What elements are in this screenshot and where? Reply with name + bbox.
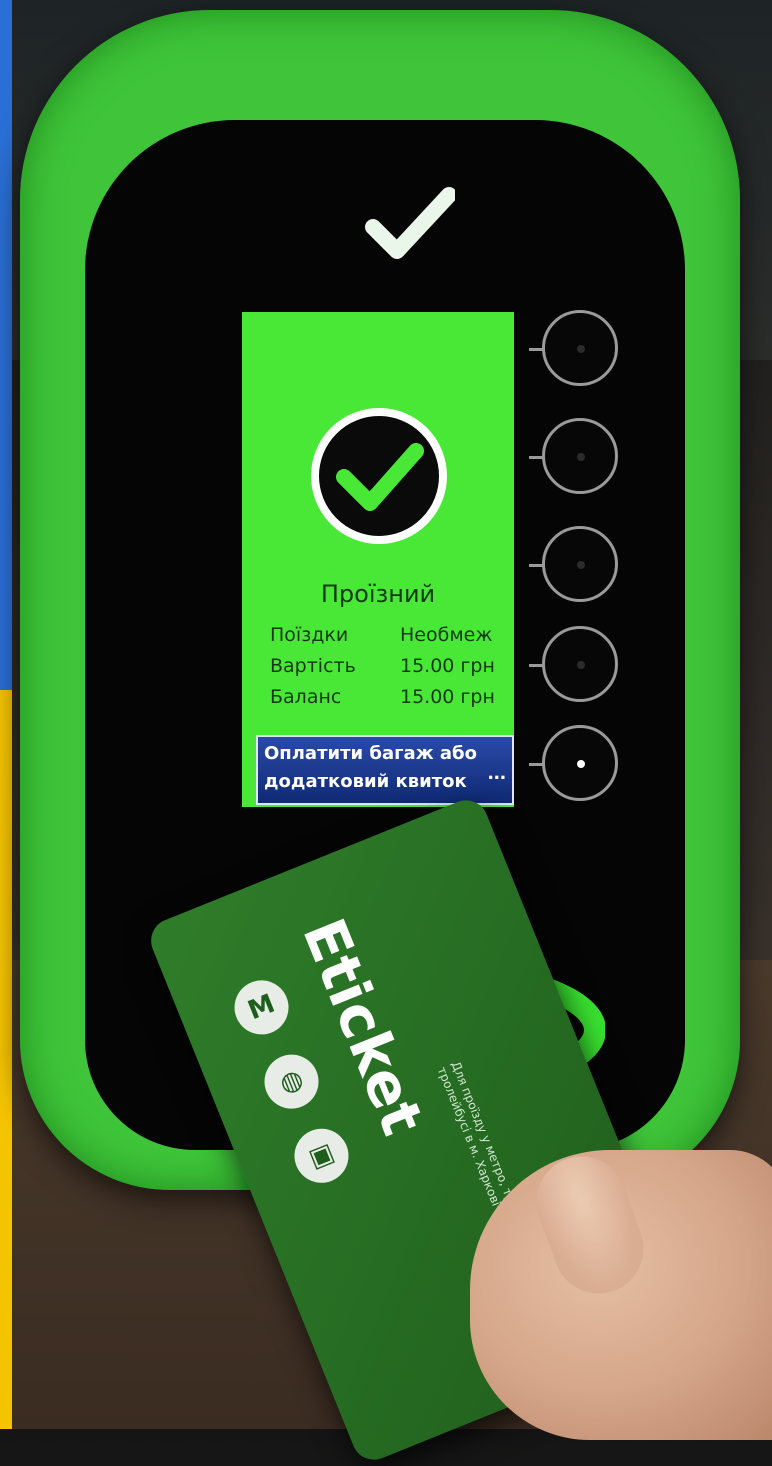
side-button-lead <box>529 348 543 351</box>
metro-icon: M <box>226 972 297 1043</box>
side-button-2[interactable] <box>529 418 618 494</box>
flag-blue-band <box>0 0 12 690</box>
status-led-check-icon <box>365 187 455 259</box>
side-button-indicator <box>577 561 585 569</box>
validator-screen: Проїзний Поїздки Необмеж Вартість 15.00 … <box>242 312 514 807</box>
cost-label: Вартість <box>270 655 356 677</box>
pay-extra-ticket-button[interactable]: Оплатити багаж або додатковий квиток ... <box>256 735 514 805</box>
side-button-lead <box>529 564 543 567</box>
side-button-4[interactable] <box>529 626 618 702</box>
balance-label: Баланс <box>270 686 342 708</box>
cost-value: 15.00 грн <box>400 655 495 677</box>
side-button-lead <box>529 456 543 459</box>
side-button-indicator <box>577 453 585 461</box>
trips-value: Необмеж <box>400 624 493 646</box>
side-button-5[interactable] <box>529 725 618 801</box>
side-button-3[interactable] <box>529 526 618 602</box>
flag-yellow-band <box>0 690 12 1429</box>
balance-value: 15.00 грн <box>400 686 495 708</box>
trips-label: Поїздки <box>270 624 349 646</box>
side-button-1[interactable] <box>529 310 618 386</box>
ticket-type-title: Проїзний <box>320 580 436 608</box>
side-button-indicator <box>577 345 585 353</box>
card-brand: Eticket <box>289 909 437 1144</box>
ukraine-flag-stripe <box>0 0 12 1429</box>
trolleybus-icon: ▣ <box>286 1120 357 1191</box>
side-button-lead <box>529 763 543 766</box>
pay-extra-line2: додатковий квиток <box>264 771 467 792</box>
pay-extra-line1: Оплатити багаж або <box>264 743 477 764</box>
side-button-indicator <box>577 760 585 768</box>
more-options-icon: ... <box>487 759 506 784</box>
tram-icon: ◍ <box>256 1046 327 1117</box>
success-check-icon <box>311 408 447 544</box>
side-button-indicator <box>577 661 585 669</box>
side-button-lead <box>529 664 543 667</box>
